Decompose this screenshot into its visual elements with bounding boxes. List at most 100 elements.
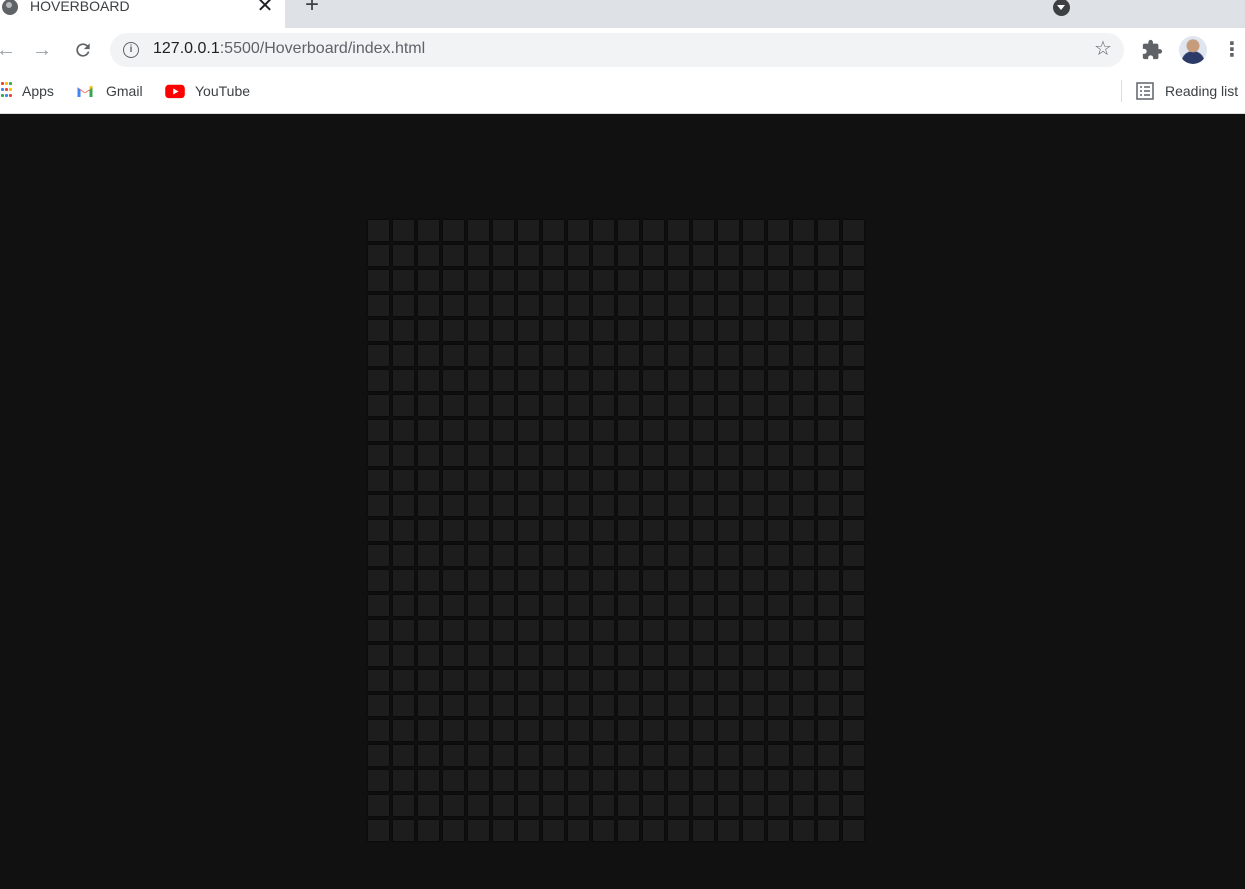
board-square[interactable] <box>543 570 564 591</box>
board-square[interactable] <box>518 295 539 316</box>
board-square[interactable] <box>368 570 389 591</box>
board-square[interactable] <box>668 270 689 291</box>
board-square[interactable] <box>443 445 464 466</box>
board-square[interactable] <box>843 420 864 441</box>
board-square[interactable] <box>418 745 439 766</box>
board-square[interactable] <box>518 270 539 291</box>
board-square[interactable] <box>568 495 589 516</box>
board-square[interactable] <box>718 720 739 741</box>
board-square[interactable] <box>518 720 539 741</box>
board-square[interactable] <box>368 270 389 291</box>
board-square[interactable] <box>468 795 489 816</box>
board-square[interactable] <box>818 345 839 366</box>
board-square[interactable] <box>593 545 614 566</box>
board-square[interactable] <box>568 520 589 541</box>
board-square[interactable] <box>643 345 664 366</box>
board-square[interactable] <box>618 745 639 766</box>
board-square[interactable] <box>743 420 764 441</box>
board-square[interactable] <box>568 770 589 791</box>
board-square[interactable] <box>718 820 739 841</box>
board-square[interactable] <box>818 620 839 641</box>
board-square[interactable] <box>543 495 564 516</box>
board-square[interactable] <box>768 545 789 566</box>
board-square[interactable] <box>643 820 664 841</box>
board-square[interactable] <box>743 670 764 691</box>
board-square[interactable] <box>493 245 514 266</box>
board-square[interactable] <box>718 570 739 591</box>
board-square[interactable] <box>768 820 789 841</box>
board-square[interactable] <box>618 320 639 341</box>
board-square[interactable] <box>393 320 414 341</box>
board-square[interactable] <box>793 620 814 641</box>
board-square[interactable] <box>668 295 689 316</box>
board-square[interactable] <box>693 270 714 291</box>
board-square[interactable] <box>643 220 664 241</box>
board-square[interactable] <box>593 570 614 591</box>
board-square[interactable] <box>793 645 814 666</box>
board-square[interactable] <box>743 820 764 841</box>
board-square[interactable] <box>793 370 814 391</box>
board-square[interactable] <box>743 345 764 366</box>
board-square[interactable] <box>418 595 439 616</box>
board-square[interactable] <box>518 820 539 841</box>
board-square[interactable] <box>543 445 564 466</box>
board-square[interactable] <box>368 595 389 616</box>
board-square[interactable] <box>518 620 539 641</box>
board-square[interactable] <box>593 495 614 516</box>
board-square[interactable] <box>843 520 864 541</box>
board-square[interactable] <box>593 470 614 491</box>
board-square[interactable] <box>843 745 864 766</box>
board-square[interactable] <box>393 770 414 791</box>
board-square[interactable] <box>693 720 714 741</box>
board-square[interactable] <box>393 670 414 691</box>
board-square[interactable] <box>543 295 564 316</box>
board-square[interactable] <box>743 545 764 566</box>
board-square[interactable] <box>468 820 489 841</box>
board-square[interactable] <box>668 620 689 641</box>
board-square[interactable] <box>768 620 789 641</box>
board-square[interactable] <box>818 295 839 316</box>
board-square[interactable] <box>568 795 589 816</box>
board-square[interactable] <box>768 420 789 441</box>
board-square[interactable] <box>618 245 639 266</box>
active-tab[interactable]: HOVERBOARD ✕ <box>0 0 285 28</box>
board-square[interactable] <box>568 645 589 666</box>
board-square[interactable] <box>768 395 789 416</box>
board-square[interactable] <box>618 270 639 291</box>
board-square[interactable] <box>793 570 814 591</box>
board-square[interactable] <box>418 245 439 266</box>
board-square[interactable] <box>418 470 439 491</box>
board-square[interactable] <box>543 270 564 291</box>
board-square[interactable] <box>818 645 839 666</box>
board-square[interactable] <box>443 295 464 316</box>
board-square[interactable] <box>443 270 464 291</box>
board-square[interactable] <box>518 570 539 591</box>
board-square[interactable] <box>743 795 764 816</box>
board-square[interactable] <box>818 445 839 466</box>
board-square[interactable] <box>643 270 664 291</box>
board-square[interactable] <box>568 745 589 766</box>
board-square[interactable] <box>668 445 689 466</box>
board-square[interactable] <box>418 445 439 466</box>
board-square[interactable] <box>393 595 414 616</box>
board-square[interactable] <box>418 570 439 591</box>
board-square[interactable] <box>393 745 414 766</box>
board-square[interactable] <box>718 345 739 366</box>
board-square[interactable] <box>643 720 664 741</box>
board-square[interactable] <box>568 620 589 641</box>
board-square[interactable] <box>468 645 489 666</box>
board-square[interactable] <box>843 670 864 691</box>
board-square[interactable] <box>743 570 764 591</box>
board-square[interactable] <box>818 545 839 566</box>
board-square[interactable] <box>668 795 689 816</box>
board-square[interactable] <box>468 370 489 391</box>
board-square[interactable] <box>368 495 389 516</box>
board-square[interactable] <box>393 695 414 716</box>
address-bar[interactable]: i 127.0.0.1:5500/Hoverboard/index.html ☆ <box>110 33 1124 67</box>
board-square[interactable] <box>518 645 539 666</box>
board-square[interactable] <box>543 420 564 441</box>
board-square[interactable] <box>843 445 864 466</box>
board-square[interactable] <box>818 420 839 441</box>
board-square[interactable] <box>718 445 739 466</box>
board-square[interactable] <box>768 770 789 791</box>
